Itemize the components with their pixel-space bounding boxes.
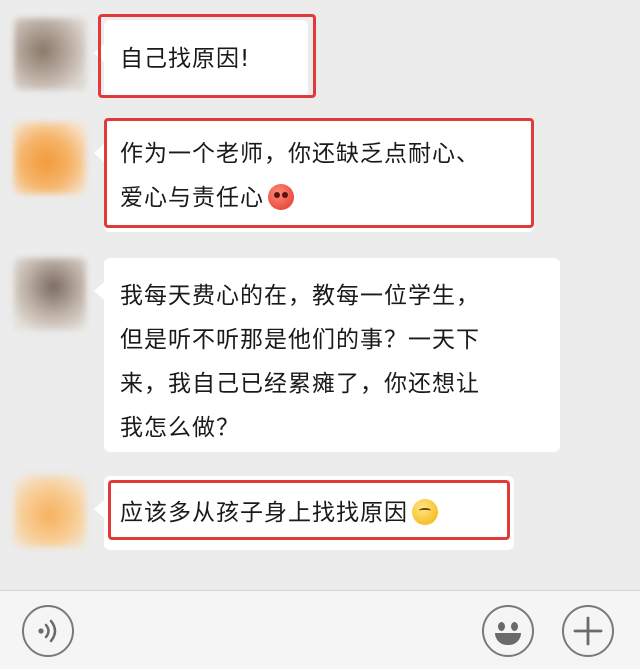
message-text: 但是听不听那是他们的事？一天下 bbox=[120, 327, 480, 353]
message-bubble[interactable]: 应该多从孩子身上找找原因 bbox=[94, 476, 514, 550]
message-text: 我每天费心的在，教每一位学生， bbox=[120, 283, 480, 309]
contact-avatar[interactable] bbox=[14, 18, 86, 90]
message-text-line: 爱心与责任心 bbox=[120, 176, 518, 220]
emoji-mouth bbox=[495, 633, 521, 645]
voice-icon[interactable] bbox=[22, 605, 74, 657]
message-text: 作为一个老师，你还缺乏点耐心、 bbox=[120, 141, 480, 167]
contact-avatar[interactable] bbox=[14, 475, 86, 547]
message-text: 自己找原因! bbox=[120, 46, 251, 72]
message-text-line: 应该多从孩子身上找找原因 bbox=[120, 491, 498, 535]
message-bubble[interactable]: 作为一个老师，你还缺乏点耐心、 爱心与责任心 bbox=[94, 120, 534, 232]
contact-avatar[interactable] bbox=[14, 258, 86, 330]
emoji-eye bbox=[498, 622, 505, 631]
chat-input-bar bbox=[0, 590, 640, 669]
message-text: 应该多从孩子身上找找原因 bbox=[120, 500, 408, 526]
angry-face-icon bbox=[268, 184, 294, 210]
message-text: 爱心与责任心 bbox=[120, 185, 264, 211]
message-input[interactable] bbox=[92, 603, 462, 659]
contact-avatar[interactable] bbox=[14, 122, 86, 194]
thinking-face-icon bbox=[412, 499, 438, 525]
emoji-icon[interactable] bbox=[482, 605, 534, 657]
message-text: 我怎么做？ bbox=[120, 415, 240, 441]
emoji-eye bbox=[511, 622, 518, 631]
message-text: 来，我自己已经累瘫了，你还想让 bbox=[120, 371, 480, 397]
message-bubble[interactable]: 自己找原因! bbox=[94, 20, 308, 98]
plus-icon[interactable] bbox=[562, 605, 614, 657]
message-bubble[interactable]: 我每天费心的在，教每一位学生， 但是听不听那是他们的事？一天下 来，我自己已经累… bbox=[94, 258, 560, 452]
